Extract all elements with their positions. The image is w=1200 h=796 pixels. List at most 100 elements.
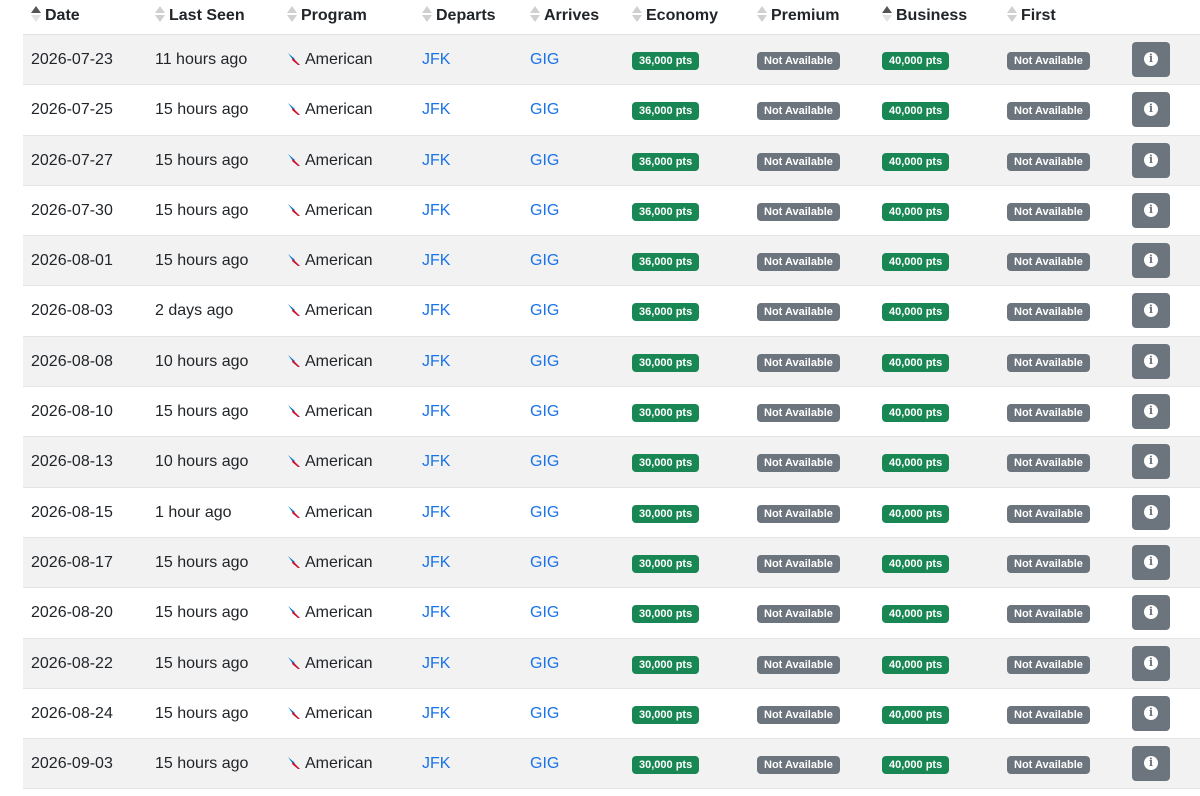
arrives-link-text[interactable]: GIG	[530, 302, 559, 319]
column-header-premium[interactable]: Premium	[757, 0, 839, 34]
departs-link[interactable]: JFK	[422, 186, 450, 236]
departs-link-text[interactable]: JFK	[422, 755, 450, 772]
departs-link[interactable]: JFK	[422, 538, 450, 588]
departs-link[interactable]: JFK	[422, 286, 450, 336]
table-row[interactable]: 2026-08-22 15 hours ago American JFK GIG 30,0…	[23, 638, 1200, 689]
info-button[interactable]: i	[1132, 394, 1170, 430]
table-row[interactable]: 2026-08-03 2 days ago American JFK GIG 36,000…	[23, 286, 1200, 337]
departs-link-text[interactable]: JFK	[422, 101, 450, 118]
column-header-business[interactable]: Business	[882, 0, 967, 34]
departs-link[interactable]: JFK	[422, 689, 450, 739]
arrives-link-text[interactable]: GIG	[530, 51, 559, 68]
info-button[interactable]: i	[1132, 746, 1170, 782]
departs-link-text[interactable]: JFK	[422, 202, 450, 219]
arrives-link[interactable]: GIG	[530, 186, 559, 236]
column-header-economy[interactable]: Economy	[632, 0, 718, 34]
info-button[interactable]: i	[1132, 142, 1170, 178]
arrives-link-text[interactable]: GIG	[530, 101, 559, 118]
table-row[interactable]: 2026-08-24 15 hours ago American JFK GIG 30,0…	[23, 689, 1200, 740]
table-row[interactable]: 2026-08-10 15 hours ago American JFK GIG 30,0…	[23, 387, 1200, 438]
arrives-link-text[interactable]: GIG	[530, 604, 559, 621]
arrives-link[interactable]: GIG	[530, 488, 559, 538]
arrives-link-text[interactable]: GIG	[530, 453, 559, 470]
table-row[interactable]: 2026-08-13 10 hours ago American JFK GIG 30,0…	[23, 437, 1200, 488]
arrives-link-text[interactable]: GIG	[530, 755, 559, 772]
departs-link[interactable]: JFK	[422, 35, 450, 85]
table-row[interactable]: 2026-07-25 15 hours ago American JFK GIG 36,0…	[23, 85, 1200, 136]
departs-link-text[interactable]: JFK	[422, 403, 450, 420]
info-button[interactable]: i	[1132, 444, 1170, 480]
departs-link[interactable]: JFK	[422, 488, 450, 538]
arrives-link[interactable]: GIG	[530, 236, 559, 286]
departs-link[interactable]: JFK	[422, 588, 450, 638]
arrives-link[interactable]: GIG	[530, 337, 559, 387]
arrives-link-text[interactable]: GIG	[530, 705, 559, 722]
arrives-link[interactable]: GIG	[530, 437, 559, 487]
column-header-date[interactable]: Date	[31, 0, 80, 34]
arrives-link-text[interactable]: GIG	[530, 554, 559, 571]
column-header-program[interactable]: Program	[287, 0, 367, 34]
arrives-link-text[interactable]: GIG	[530, 252, 559, 269]
arrives-link[interactable]: GIG	[530, 286, 559, 336]
departs-link-text[interactable]: JFK	[422, 152, 450, 169]
arrives-link[interactable]: GIG	[530, 739, 559, 789]
table-row[interactable]: 2026-08-17 15 hours ago American JFK GIG 30,0…	[23, 537, 1200, 589]
arrives-link-text[interactable]: GIG	[530, 403, 559, 420]
departs-link[interactable]: JFK	[422, 85, 450, 135]
departs-link[interactable]: JFK	[422, 639, 450, 689]
arrives-link[interactable]: GIG	[530, 639, 559, 689]
departs-link[interactable]: JFK	[422, 387, 450, 437]
departs-link[interactable]: JFK	[422, 236, 450, 286]
departs-link[interactable]: JFK	[422, 337, 450, 387]
arrives-link[interactable]: GIG	[530, 538, 559, 588]
column-header-departs[interactable]: Departs	[422, 0, 496, 34]
table-row[interactable]: 2026-08-15 1 hour ago American JFK GIG 30,000…	[23, 488, 1200, 538]
info-button[interactable]: i	[1132, 595, 1170, 631]
departs-link[interactable]: JFK	[422, 136, 450, 186]
arrives-link[interactable]: GIG	[530, 689, 559, 739]
arrives-link-text[interactable]: GIG	[530, 504, 559, 521]
column-header-arrives[interactable]: Arrives	[530, 0, 599, 34]
arrives-link[interactable]: GIG	[530, 35, 559, 85]
departs-link-text[interactable]: JFK	[422, 504, 450, 521]
departs-link-text[interactable]: JFK	[422, 302, 450, 319]
column-header-first[interactable]: First	[1007, 0, 1056, 34]
table-row[interactable]: 2026-07-23 11 hours ago American JFK GIG 36,0…	[23, 35, 1200, 86]
departs-link-text[interactable]: JFK	[422, 252, 450, 269]
departs-link-text[interactable]: JFK	[422, 705, 450, 722]
table-row[interactable]: 2026-08-08 10 hours ago American JFK GIG 30,0…	[23, 336, 1200, 388]
info-button[interactable]: i	[1132, 92, 1170, 128]
table-row[interactable]: 2026-09-03 15 hours ago American JFK GIG 30,0…	[23, 739, 1200, 790]
departs-link-text[interactable]: JFK	[422, 554, 450, 571]
arrives-link-text[interactable]: GIG	[530, 655, 559, 672]
arrives-link-text[interactable]: GIG	[530, 353, 559, 370]
info-button[interactable]: i	[1132, 343, 1170, 379]
table-row[interactable]: 2026-08-20 15 hours ago American JFK GIG 30,0…	[23, 588, 1200, 639]
arrives-link[interactable]: GIG	[530, 588, 559, 638]
info-button[interactable]: i	[1132, 243, 1170, 279]
info-button[interactable]: i	[1132, 645, 1170, 681]
departs-link-text[interactable]: JFK	[422, 51, 450, 68]
info-button[interactable]: i	[1132, 42, 1170, 77]
table-row[interactable]: 2026-07-30 15 hours ago American JFK GIG 36,0…	[23, 186, 1200, 237]
info-button[interactable]: i	[1132, 192, 1170, 228]
info-button[interactable]: i	[1132, 293, 1170, 329]
info-button[interactable]: i	[1132, 695, 1170, 731]
table-row[interactable]: 2026-07-27 15 hours ago American JFK GIG 36,0…	[23, 135, 1200, 186]
departs-link-text[interactable]: JFK	[422, 353, 450, 370]
info-button[interactable]: i	[1132, 494, 1170, 530]
arrives-link[interactable]: GIG	[530, 136, 559, 186]
departs-link-text[interactable]: JFK	[422, 604, 450, 621]
departs-link[interactable]: JFK	[422, 739, 450, 789]
arrives-link-text[interactable]: GIG	[530, 152, 559, 169]
table-row[interactable]: 2026-08-01 15 hours ago American JFK GIG 36,0…	[23, 236, 1200, 287]
info-button[interactable]: i	[1132, 544, 1170, 580]
departs-link-text[interactable]: JFK	[422, 655, 450, 672]
program-name: American	[305, 252, 373, 270]
arrives-link[interactable]: GIG	[530, 387, 559, 437]
arrives-link[interactable]: GIG	[530, 85, 559, 135]
column-header-last-seen[interactable]: Last Seen	[155, 0, 245, 34]
departs-link-text[interactable]: JFK	[422, 453, 450, 470]
departs-link[interactable]: JFK	[422, 437, 450, 487]
arrives-link-text[interactable]: GIG	[530, 202, 559, 219]
